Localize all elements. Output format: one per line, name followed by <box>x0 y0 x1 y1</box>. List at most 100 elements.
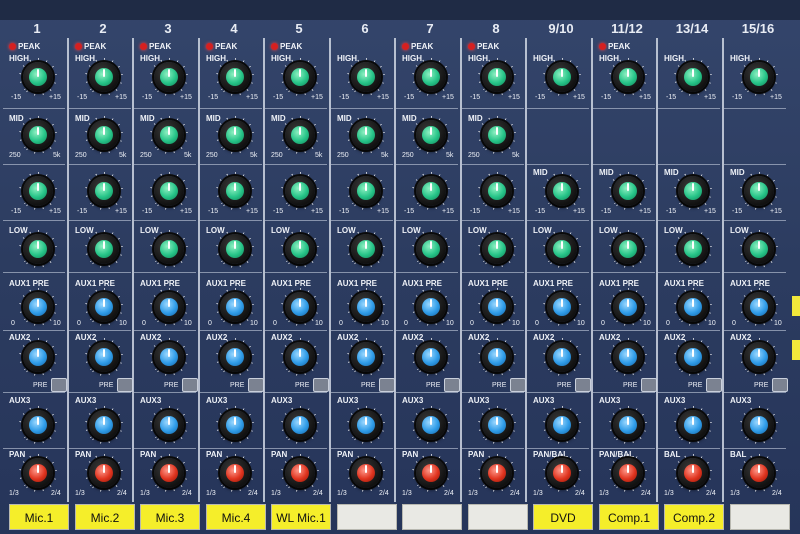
high-eq-knob[interactable] <box>154 62 184 92</box>
high-eq-knob[interactable] <box>744 62 774 92</box>
aux2-pre-button[interactable] <box>510 378 526 392</box>
aux1-knob[interactable] <box>744 292 774 322</box>
aux1-knob[interactable] <box>220 292 250 322</box>
aux2-pre-button[interactable] <box>772 378 788 392</box>
low-eq-knob[interactable] <box>220 234 250 264</box>
aux2-pre-button[interactable] <box>641 378 657 392</box>
mid-gain-knob[interactable] <box>23 176 53 206</box>
aux3-knob[interactable] <box>154 410 184 440</box>
aux3-knob[interactable] <box>613 410 643 440</box>
aux3-knob[interactable] <box>482 410 512 440</box>
low-eq-knob[interactable] <box>154 234 184 264</box>
mid-freq-knob[interactable] <box>285 120 315 150</box>
mid-gain-knob[interactable] <box>547 176 577 206</box>
high-eq-knob[interactable] <box>547 62 577 92</box>
aux2-knob[interactable] <box>416 342 446 372</box>
low-eq-knob[interactable] <box>547 234 577 264</box>
high-eq-knob[interactable] <box>416 62 446 92</box>
aux1-knob[interactable] <box>613 292 643 322</box>
mid-gain-knob[interactable] <box>613 176 643 206</box>
aux3-knob[interactable] <box>285 410 315 440</box>
pan-knob[interactable] <box>613 458 643 488</box>
pan-knob[interactable] <box>482 458 512 488</box>
mid-gain-knob[interactable] <box>678 176 708 206</box>
low-eq-knob[interactable] <box>416 234 446 264</box>
pan-knob[interactable] <box>89 458 119 488</box>
aux1-knob[interactable] <box>89 292 119 322</box>
aux1-knob[interactable] <box>482 292 512 322</box>
low-eq-knob[interactable] <box>285 234 315 264</box>
aux3-knob[interactable] <box>89 410 119 440</box>
aux2-knob[interactable] <box>285 342 315 372</box>
aux3-knob[interactable] <box>547 410 577 440</box>
low-eq-knob[interactable] <box>89 234 119 264</box>
aux2-pre-button[interactable] <box>313 378 329 392</box>
high-eq-knob[interactable] <box>613 62 643 92</box>
pan-knob[interactable] <box>416 458 446 488</box>
aux2-knob[interactable] <box>482 342 512 372</box>
mid-freq-knob[interactable] <box>23 120 53 150</box>
aux2-knob[interactable] <box>744 342 774 372</box>
aux3-knob[interactable] <box>678 410 708 440</box>
aux2-pre-button[interactable] <box>444 378 460 392</box>
aux2-pre-button[interactable] <box>182 378 198 392</box>
high-eq-knob[interactable] <box>351 62 381 92</box>
aux1-knob[interactable] <box>23 292 53 322</box>
mid-freq-knob[interactable] <box>482 120 512 150</box>
aux2-knob[interactable] <box>678 342 708 372</box>
high-eq-knob[interactable] <box>23 62 53 92</box>
aux2-pre-button[interactable] <box>379 378 395 392</box>
aux3-knob[interactable] <box>23 410 53 440</box>
aux2-knob[interactable] <box>220 342 250 372</box>
mid-gain-knob[interactable] <box>351 176 381 206</box>
aux1-knob[interactable] <box>547 292 577 322</box>
mid-gain-knob[interactable] <box>89 176 119 206</box>
high-eq-knob[interactable] <box>89 62 119 92</box>
mid-freq-knob[interactable] <box>154 120 184 150</box>
aux1-knob[interactable] <box>678 292 708 322</box>
mid-gain-knob[interactable] <box>154 176 184 206</box>
aux1-knob[interactable] <box>285 292 315 322</box>
mid-gain-knob[interactable] <box>220 176 250 206</box>
mid-freq-knob[interactable] <box>351 120 381 150</box>
mid-freq-knob[interactable] <box>416 120 446 150</box>
aux3-knob[interactable] <box>220 410 250 440</box>
aux2-pre-button[interactable] <box>706 378 722 392</box>
aux2-knob[interactable] <box>547 342 577 372</box>
aux2-knob[interactable] <box>351 342 381 372</box>
low-eq-knob[interactable] <box>678 234 708 264</box>
high-eq-knob[interactable] <box>678 62 708 92</box>
low-eq-knob[interactable] <box>23 234 53 264</box>
mid-gain-knob[interactable] <box>285 176 315 206</box>
aux3-knob[interactable] <box>351 410 381 440</box>
aux2-pre-button[interactable] <box>117 378 133 392</box>
mid-freq-knob[interactable] <box>220 120 250 150</box>
low-eq-knob[interactable] <box>482 234 512 264</box>
pan-knob[interactable] <box>220 458 250 488</box>
aux2-pre-button[interactable] <box>51 378 67 392</box>
low-eq-knob[interactable] <box>613 234 643 264</box>
pan-knob[interactable] <box>547 458 577 488</box>
aux2-pre-button[interactable] <box>575 378 591 392</box>
pan-knob[interactable] <box>351 458 381 488</box>
aux1-knob[interactable] <box>351 292 381 322</box>
aux2-knob[interactable] <box>23 342 53 372</box>
aux2-knob[interactable] <box>613 342 643 372</box>
aux3-knob[interactable] <box>744 410 774 440</box>
mid-gain-knob[interactable] <box>744 176 774 206</box>
pan-knob[interactable] <box>23 458 53 488</box>
mid-freq-knob[interactable] <box>89 120 119 150</box>
pan-knob[interactable] <box>678 458 708 488</box>
aux1-knob[interactable] <box>416 292 446 322</box>
pan-knob[interactable] <box>744 458 774 488</box>
aux2-knob[interactable] <box>154 342 184 372</box>
aux2-knob[interactable] <box>89 342 119 372</box>
pan-knob[interactable] <box>285 458 315 488</box>
low-eq-knob[interactable] <box>351 234 381 264</box>
high-eq-knob[interactable] <box>482 62 512 92</box>
pan-knob[interactable] <box>154 458 184 488</box>
aux3-knob[interactable] <box>416 410 446 440</box>
low-eq-knob[interactable] <box>744 234 774 264</box>
aux2-pre-button[interactable] <box>248 378 264 392</box>
mid-gain-knob[interactable] <box>482 176 512 206</box>
